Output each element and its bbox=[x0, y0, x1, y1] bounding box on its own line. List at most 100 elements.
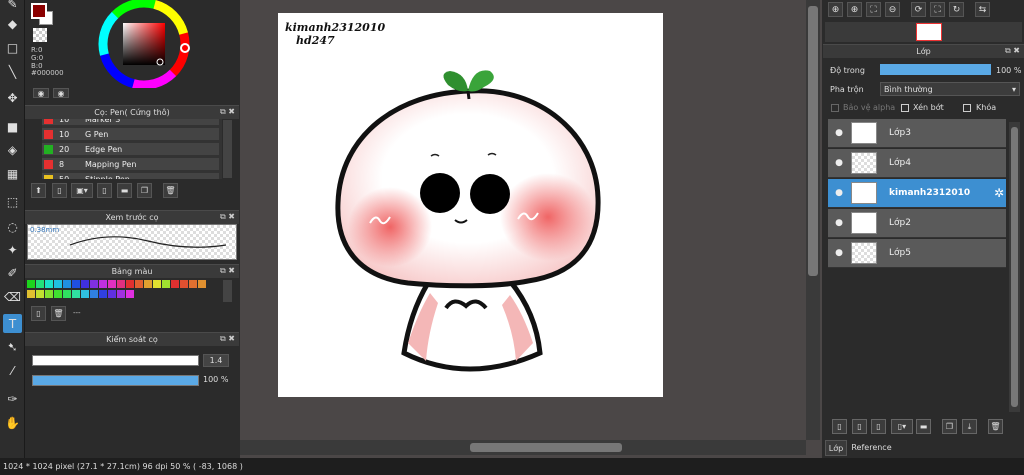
merge-down-button[interactable]: ⤓ bbox=[962, 419, 977, 434]
horizontal-scrollbar[interactable] bbox=[240, 440, 806, 455]
transparent-swatch[interactable] bbox=[33, 28, 47, 42]
layer-row[interactable]: ● Lớp5 bbox=[828, 239, 1006, 268]
protect-alpha-checkbox[interactable] bbox=[831, 104, 839, 112]
delete-layer-button[interactable]: 🗑 bbox=[988, 419, 1003, 434]
select-eraser-tool-icon[interactable]: ⌫ bbox=[3, 287, 22, 306]
palette-swatch[interactable] bbox=[45, 290, 53, 298]
palette-swatch[interactable] bbox=[180, 280, 188, 288]
palette-swatch[interactable] bbox=[54, 290, 62, 298]
brush-add-button[interactable]: ▣▾ bbox=[71, 183, 93, 198]
zoom-out-icon[interactable]: ⊖ bbox=[885, 2, 900, 17]
brush-delete-button[interactable]: 🗑 bbox=[163, 183, 178, 198]
magic-wand-tool-icon[interactable]: ✦ bbox=[3, 240, 22, 259]
primary-color-swatch[interactable] bbox=[31, 3, 47, 19]
eye-icon[interactable]: ● bbox=[828, 248, 850, 258]
duplicate-layer-button[interactable]: ❐ bbox=[942, 419, 957, 434]
panel-close-icon[interactable]: ⧉ ✖ bbox=[220, 334, 235, 344]
pen-tool-icon[interactable]: ✎ bbox=[3, 0, 22, 13]
fill-rect-tool-icon[interactable]: ■ bbox=[3, 117, 22, 136]
move-tool-icon[interactable]: ✥ bbox=[3, 88, 22, 107]
color-wheel[interactable] bbox=[90, 0, 202, 88]
rotate-icon[interactable]: ⟳ bbox=[911, 2, 926, 17]
rectangle-tool-icon[interactable]: □ bbox=[3, 38, 22, 57]
palette-swatch[interactable] bbox=[198, 280, 206, 288]
brush-list-item[interactable]: 50 Stipple Pen bbox=[42, 173, 219, 179]
palette-swatch[interactable] bbox=[81, 280, 89, 288]
palette-swatch[interactable] bbox=[45, 280, 53, 288]
gradient-tool-icon[interactable]: ▦ bbox=[3, 164, 22, 183]
dropper-tool-icon[interactable]: ✑ bbox=[3, 389, 22, 408]
palette-swatch[interactable] bbox=[90, 290, 98, 298]
brush-list-item[interactable]: 8 Mapping Pen bbox=[42, 158, 219, 171]
palette-swatch[interactable] bbox=[108, 280, 116, 288]
layer-row[interactable]: ● Lớp2 bbox=[828, 209, 1006, 238]
text-tool-icon[interactable]: T bbox=[3, 314, 22, 333]
palette-swatch[interactable] bbox=[153, 280, 161, 288]
palette-swatch[interactable] bbox=[90, 280, 98, 288]
palette-swatch[interactable] bbox=[144, 280, 152, 288]
eyedropper-tool-icon[interactable]: ⁄ bbox=[3, 361, 22, 380]
panel-close-icon[interactable]: ⧉ ✖ bbox=[220, 107, 235, 117]
palette-swatch[interactable] bbox=[135, 280, 143, 288]
palette-swatch[interactable] bbox=[63, 280, 71, 288]
palette-swatch[interactable] bbox=[117, 280, 125, 288]
eye-icon[interactable]: ● bbox=[828, 218, 850, 228]
tab-reference[interactable]: Reference bbox=[849, 440, 894, 456]
new-layer-8bit-button[interactable]: ▯ bbox=[852, 419, 867, 434]
panel-close-icon[interactable]: ⧉ ✖ bbox=[220, 212, 235, 222]
palette-swatch[interactable] bbox=[162, 280, 170, 288]
line-tool-icon[interactable]: ╲ bbox=[3, 62, 22, 81]
layer-scrollbar[interactable] bbox=[1009, 122, 1020, 412]
palette-delete-button[interactable]: 🗑 bbox=[51, 306, 66, 321]
reset-rotate-icon[interactable]: ↻ bbox=[949, 2, 964, 17]
eye-icon[interactable]: ● bbox=[828, 128, 850, 138]
brush-size-slider[interactable] bbox=[32, 355, 199, 366]
zoom-in-button-icon[interactable]: ⊕ bbox=[847, 2, 862, 17]
tab-layer[interactable]: Lớp bbox=[825, 440, 847, 456]
palette-new-button[interactable]: ▯ bbox=[31, 306, 46, 321]
layer-row[interactable]: ● Lớp4 bbox=[828, 149, 1006, 178]
brush-copy-button[interactable]: ❐ bbox=[137, 183, 152, 198]
drawing-canvas[interactable]: kimanh2312010 hd247 bbox=[278, 13, 663, 397]
fit-screen-icon[interactable]: ⛶ bbox=[866, 2, 881, 17]
color-swap-button[interactable]: ◉ bbox=[33, 88, 49, 98]
brush-opacity-slider[interactable] bbox=[32, 375, 199, 386]
vertical-scroll-thumb[interactable] bbox=[808, 6, 818, 276]
palette-swatch[interactable] bbox=[63, 290, 71, 298]
palette-swatch[interactable] bbox=[72, 280, 80, 288]
palette-swatch[interactable] bbox=[171, 280, 179, 288]
brush-pin-button[interactable]: ⬆ bbox=[31, 183, 46, 198]
palette-swatch[interactable] bbox=[126, 280, 134, 288]
color-add-button[interactable]: ◉ bbox=[53, 88, 69, 98]
select-pen-tool-icon[interactable]: ✐ bbox=[3, 263, 22, 282]
brush-size-value[interactable]: 1.4 bbox=[203, 354, 229, 367]
lasso-tool-icon[interactable]: ◌ bbox=[3, 217, 22, 236]
palette-swatch[interactable] bbox=[117, 290, 125, 298]
palette-swatch[interactable] bbox=[36, 280, 44, 288]
palette-swatch[interactable] bbox=[108, 290, 116, 298]
palette-swatch[interactable] bbox=[99, 280, 107, 288]
vertical-scrollbar[interactable] bbox=[806, 0, 820, 440]
blend-mode-select[interactable]: Bình thường ▾ bbox=[880, 82, 1020, 96]
navigator-thumbnail[interactable] bbox=[916, 23, 942, 41]
brush-list-item[interactable]: 10 G Pen bbox=[42, 128, 219, 141]
palette-swatch[interactable] bbox=[36, 290, 44, 298]
panel-close-icon[interactable]: ⧉ ✖ bbox=[1005, 46, 1020, 56]
eye-icon[interactable]: ● bbox=[828, 158, 850, 168]
palette-swatch[interactable] bbox=[81, 290, 89, 298]
brush-list-item[interactable]: 10 Marker 3 bbox=[42, 119, 219, 126]
fullscreen-icon[interactable]: ⛶ bbox=[930, 2, 945, 17]
eye-icon[interactable]: ● bbox=[828, 188, 850, 198]
flip-icon[interactable]: ⇆ bbox=[975, 2, 990, 17]
navigator[interactable] bbox=[825, 22, 1022, 42]
palette-scrollbar[interactable] bbox=[223, 280, 232, 302]
brush-folder-button[interactable]: ▬ bbox=[117, 183, 132, 198]
bucket-tool-icon[interactable]: ◈ bbox=[3, 140, 22, 159]
palette-swatch[interactable] bbox=[126, 290, 134, 298]
palette-swatch[interactable] bbox=[99, 290, 107, 298]
eraser-tool-icon[interactable]: ◆ bbox=[3, 14, 22, 33]
select-tool-icon[interactable]: ⬚ bbox=[3, 192, 22, 211]
new-layer-1bit-button[interactable]: ▯ bbox=[871, 419, 886, 434]
clipping-checkbox[interactable] bbox=[901, 104, 909, 112]
brush-list-item[interactable]: 20 Edge Pen bbox=[42, 143, 219, 156]
